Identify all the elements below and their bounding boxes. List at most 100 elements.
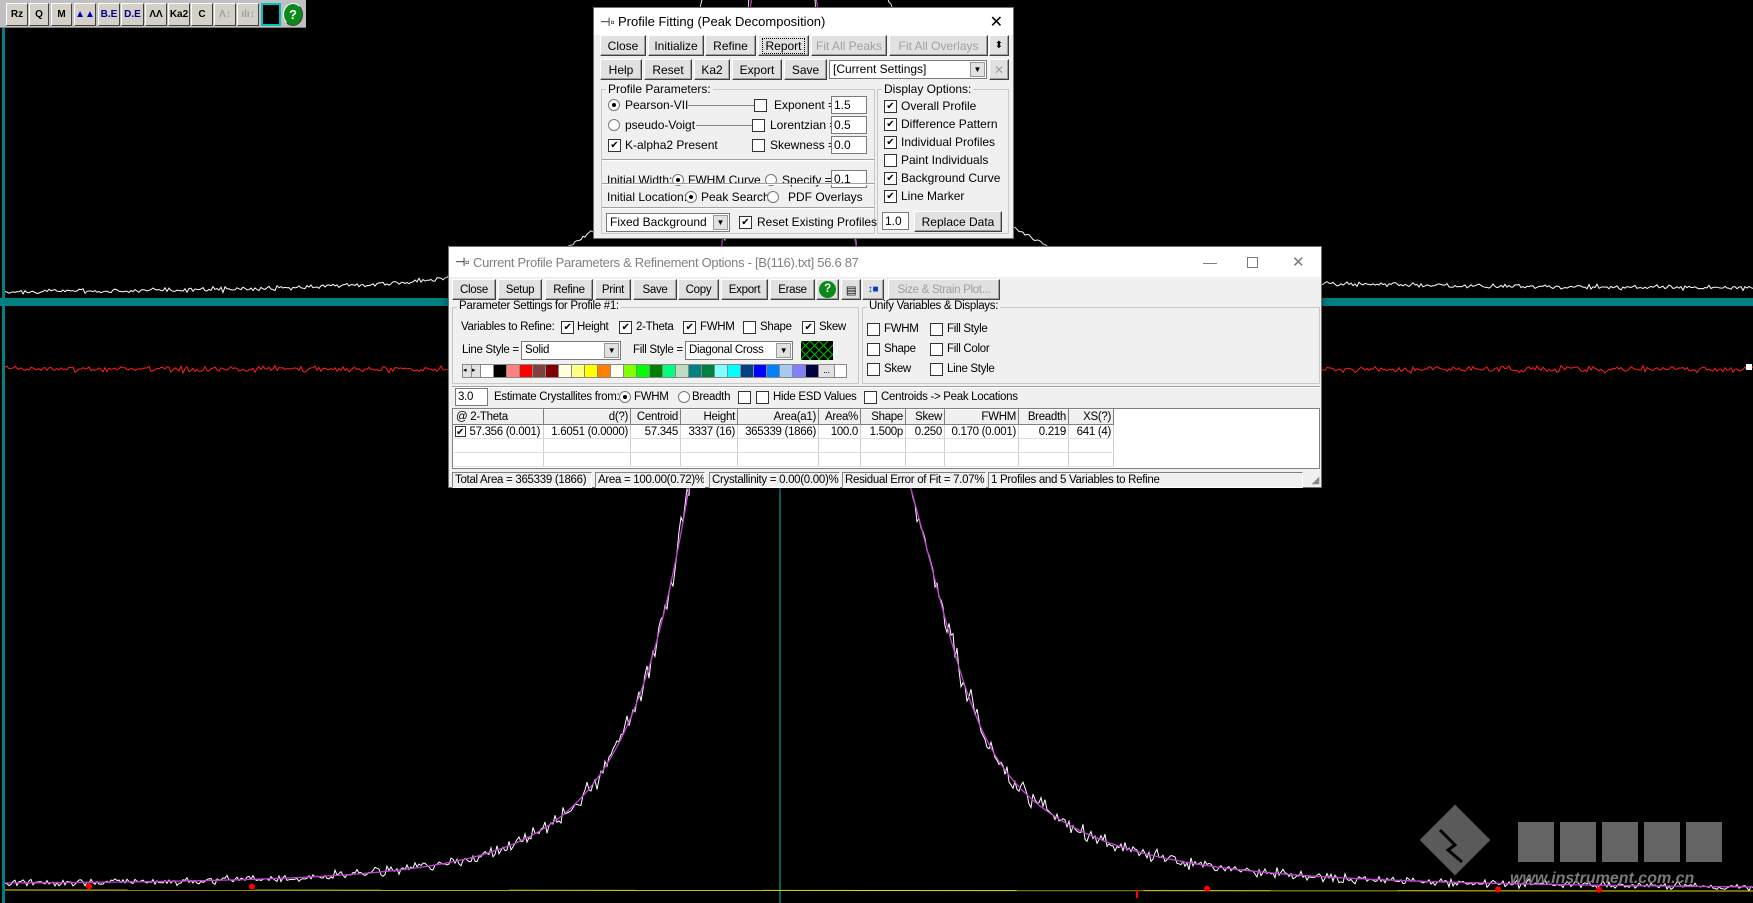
expand-collapse-arrows-icon[interactable]: ⬍	[989, 35, 1009, 56]
chevron-down-icon[interactable]: ▼	[713, 215, 728, 230]
display-option-checkbox[interactable]	[884, 172, 897, 185]
palette-color-swatch[interactable]	[676, 365, 689, 377]
palette-color-swatch[interactable]	[793, 365, 806, 377]
column-header[interactable]: Breadth	[1018, 409, 1069, 425]
peak-search-radio[interactable]	[685, 191, 697, 203]
refine-fwhm-checkbox[interactable]	[683, 321, 696, 334]
reset-existing-checkbox[interactable]	[739, 216, 752, 229]
palette-color-swatch[interactable]	[546, 365, 559, 377]
profile-peaks-icon[interactable]: ΛΛ	[145, 3, 167, 26]
unify-checkbox[interactable]	[867, 363, 880, 376]
color-palette[interactable]: ◂ ▸ ...	[462, 364, 847, 378]
grid-icon[interactable]	[261, 3, 281, 26]
settings-combo[interactable]: [Current Settings] ▼	[829, 60, 987, 79]
unify-checkbox[interactable]	[867, 323, 880, 336]
palette-color-swatch[interactable]	[741, 365, 754, 377]
background-edit-icon[interactable]: B.E	[98, 3, 120, 26]
skewness-input[interactable]: 0.0	[831, 136, 867, 154]
estimate-breadth-radio[interactable]	[678, 391, 690, 403]
estimate-fwhm-radio[interactable]	[619, 391, 631, 403]
print-button[interactable]: Print	[595, 279, 631, 300]
palette-color-swatch[interactable]	[637, 365, 650, 377]
fit-all-overlays-button[interactable]: Fit All Overlays	[889, 35, 988, 56]
palette-color-swatch[interactable]	[533, 365, 546, 377]
fill-pattern-swatch[interactable]	[781, 340, 847, 361]
table-row[interactable]: 57.356 (0.001) 1.6051 (0.0000) 57.345 3337 …	[453, 424, 1114, 439]
copy-button[interactable]: Copy	[678, 279, 719, 300]
palette-color-swatch[interactable]	[767, 365, 780, 377]
pseudo-voigt-radio[interactable]	[608, 119, 620, 131]
sort-arrows-icon[interactable]: ↕■	[862, 279, 884, 300]
specify-width-input[interactable]: 0.1	[831, 170, 867, 188]
fill-style-combo[interactable]: Diagonal Cross ▼	[685, 341, 793, 360]
title-bar[interactable]: ⊣▫ Profile Fitting (Peak Decomposition) …	[594, 8, 1013, 35]
palette-color-swatch[interactable]	[715, 365, 728, 377]
crystallite-factor-input[interactable]: 3.0	[455, 388, 488, 406]
centroids-checkbox[interactable]	[864, 391, 877, 404]
pin-icon[interactable]: ⊣▫	[455, 255, 469, 269]
palette-color-swatch[interactable]	[585, 365, 598, 377]
palette-color-swatch[interactable]	[754, 365, 767, 377]
help-icon[interactable]: ?	[283, 3, 303, 26]
display-option-checkbox[interactable]	[884, 154, 897, 167]
palette-color-swatch[interactable]	[689, 365, 702, 377]
skewness-checkbox[interactable]	[752, 139, 765, 152]
column-header[interactable]: Skew	[905, 409, 945, 425]
column-header[interactable]: Centroid	[630, 409, 681, 425]
magnifier-icon[interactable]: Q	[29, 3, 49, 26]
scale-bars-icon[interactable]: ılı↕	[237, 3, 259, 26]
palette-color-swatch[interactable]	[702, 365, 715, 377]
column-header[interactable]: XS(?)	[1068, 409, 1114, 425]
palette-color-swatch[interactable]	[572, 365, 585, 377]
display-option-checkbox[interactable]	[884, 136, 897, 149]
unify-checkbox[interactable]	[930, 363, 943, 376]
palette-color-swatch[interactable]	[624, 365, 637, 377]
export-button[interactable]: Export	[721, 279, 768, 300]
refine-button[interactable]: Refine	[545, 279, 593, 300]
ka2-icon[interactable]: Ka2	[168, 3, 190, 26]
size-strain-plot-button[interactable]: Size & Strain Plot...	[888, 279, 1000, 300]
palette-color-swatch[interactable]	[520, 365, 533, 377]
refine-shape-checkbox[interactable]	[743, 321, 756, 334]
palette-color-swatch[interactable]	[780, 365, 793, 377]
resize-grip-icon[interactable]: ◢	[1312, 475, 1320, 486]
refine-button[interactable]: Refine	[705, 35, 756, 56]
exponent-checkbox[interactable]	[754, 99, 767, 112]
palette-color-swatch[interactable]	[806, 365, 819, 377]
refine-height-checkbox[interactable]	[561, 321, 574, 334]
data-edit-icon[interactable]: D.E	[121, 3, 144, 26]
column-header[interactable]: Height	[680, 409, 738, 425]
reset-button[interactable]: Reset	[644, 59, 692, 80]
chevron-down-icon[interactable]: ▼	[776, 343, 791, 358]
pdf-overlays-radio[interactable]	[767, 191, 779, 203]
hide-esd-checkbox[interactable]	[756, 391, 769, 404]
background-mode-combo[interactable]: Fixed Background ▼	[606, 213, 730, 232]
fit-all-peaks-button[interactable]: Fit All Peaks	[811, 35, 887, 56]
pin-icon[interactable]: ⊣▫	[600, 15, 615, 29]
close-button[interactable]: Close	[600, 35, 646, 56]
more-colors-button[interactable]: ...	[819, 365, 835, 377]
palette-color-swatch[interactable]	[559, 365, 572, 377]
setup-button[interactable]: Setup	[498, 279, 542, 300]
palette-color-swatch[interactable]	[507, 365, 520, 377]
chevron-down-icon[interactable]: ▼	[970, 62, 985, 77]
pearson-radio[interactable]	[608, 99, 620, 111]
scale-input[interactable]: 1.0	[882, 212, 909, 230]
help-button[interactable]: Help	[600, 59, 642, 80]
chevron-down-icon[interactable]: ▼	[604, 343, 619, 358]
lorentzian-input[interactable]: 0.5	[831, 116, 867, 134]
help-icon[interactable]: ?	[816, 279, 839, 300]
column-header[interactable]: Area%	[818, 409, 861, 425]
scale-peaks-icon[interactable]: Λ↕	[214, 3, 236, 26]
calibrate-icon[interactable]: C	[191, 3, 213, 26]
close-icon[interactable]: ✕	[990, 12, 1003, 32]
refine-2-theta-checkbox[interactable]	[619, 321, 632, 334]
palette-scroll-left-icon[interactable]: ◂	[463, 365, 472, 377]
refine-skew-checkbox[interactable]	[802, 321, 815, 334]
column-header[interactable]: d(?)	[543, 409, 631, 425]
save-button[interactable]: Save	[784, 59, 827, 80]
filled-peaks-icon[interactable]: ▲▲	[74, 3, 96, 26]
display-option-checkbox[interactable]	[884, 118, 897, 131]
palette-scroll-right-icon[interactable]: ▸	[472, 365, 481, 377]
unify-checkbox[interactable]	[930, 323, 943, 336]
